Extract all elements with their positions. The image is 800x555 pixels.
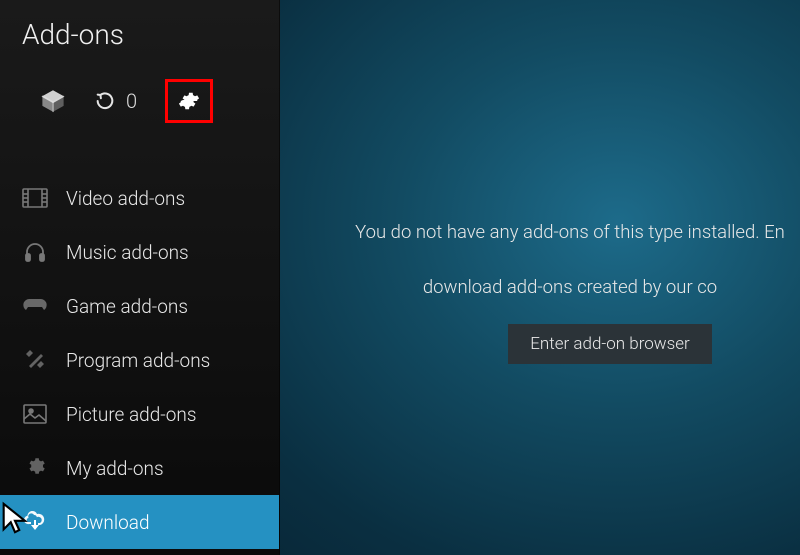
sidebar-item-download[interactable]: Download <box>0 495 279 549</box>
nav-label: Music add-ons <box>66 241 189 264</box>
enter-addon-browser-button[interactable]: Enter add-on browser <box>508 324 712 364</box>
cursor-icon <box>0 501 30 535</box>
nav-label: Download <box>66 511 150 534</box>
sidebar-item-picture[interactable]: Picture add-ons <box>0 387 279 441</box>
nav-label: Program add-ons <box>66 349 210 372</box>
sidebar-item-program[interactable]: Program add-ons <box>0 333 279 387</box>
film-icon <box>22 185 48 211</box>
refresh-icon[interactable]: 0 <box>94 89 137 113</box>
toolbar: 0 <box>0 61 279 151</box>
tools-icon <box>22 347 48 373</box>
empty-line-2: download add-ons created by our co <box>423 276 717 298</box>
sidebar-item-game[interactable]: Game add-ons <box>0 279 279 333</box>
nav-label: My add-ons <box>66 457 164 480</box>
empty-state-message: You do not have any add-ons of this type… <box>355 191 785 302</box>
gamepad-icon <box>22 293 48 319</box>
image-icon <box>22 401 48 427</box>
sidebar-item-video[interactable]: Video add-ons <box>0 171 279 225</box>
puzzle-gear-icon <box>22 455 48 481</box>
sidebar-item-my-addons[interactable]: My add-ons <box>0 441 279 495</box>
nav-label: Game add-ons <box>66 295 188 318</box>
headphones-icon <box>22 239 48 265</box>
gear-icon <box>178 90 200 112</box>
empty-line-1: You do not have any add-ons of this type… <box>355 221 785 243</box>
nav-list: Video add-ons Music add-ons Game add-ons <box>0 171 279 549</box>
nav-label: Picture add-ons <box>66 403 196 426</box>
content-area: You do not have any add-ons of this type… <box>280 0 800 555</box>
sidebar: Add-ons 0 <box>0 0 280 555</box>
settings-button[interactable] <box>165 79 213 123</box>
page-title: Add-ons <box>0 0 279 61</box>
nav-label: Video add-ons <box>66 187 185 210</box>
box-icon[interactable] <box>40 88 66 114</box>
update-count: 0 <box>126 89 137 113</box>
sidebar-item-music[interactable]: Music add-ons <box>0 225 279 279</box>
